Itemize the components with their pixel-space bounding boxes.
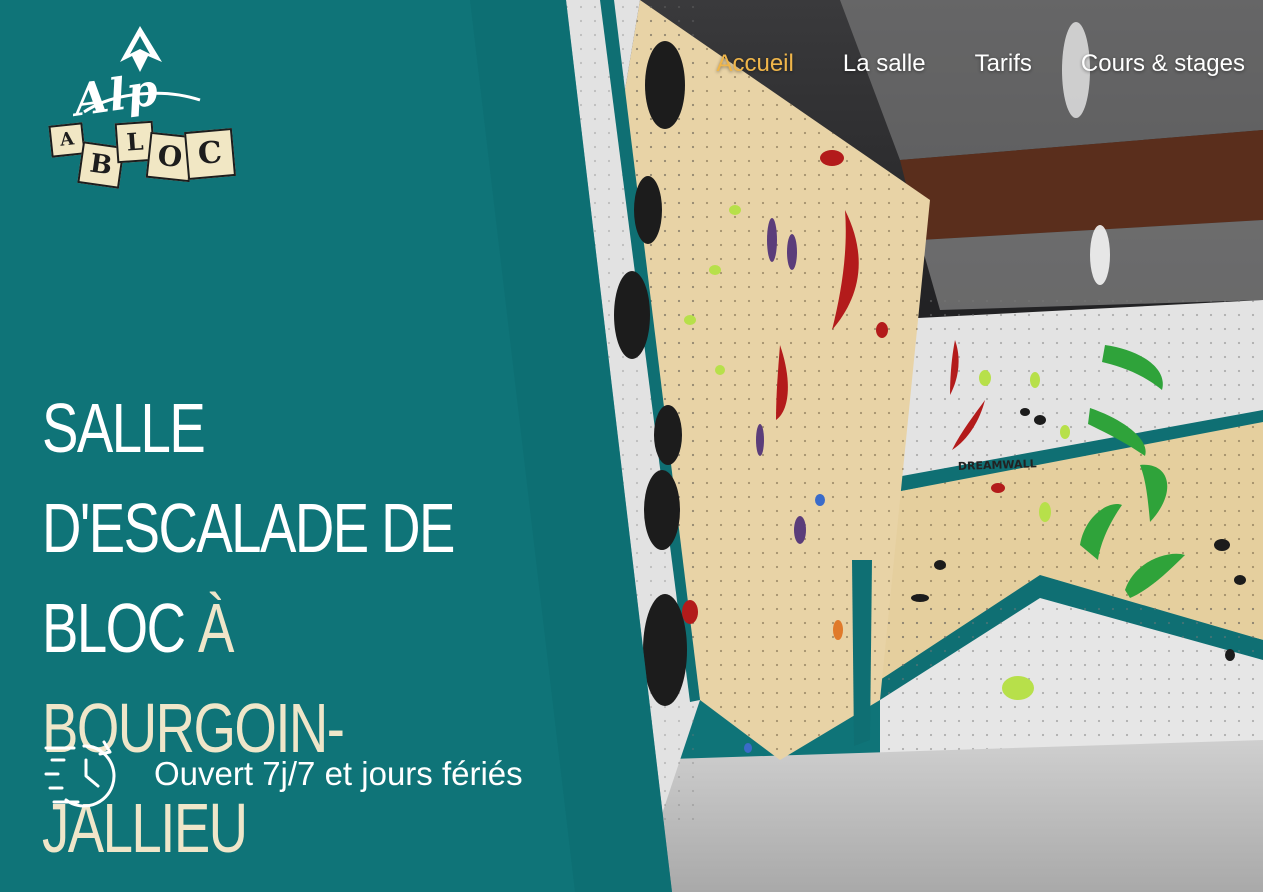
opening-hours: Ouvert 7j/7 et jours fériés [44, 738, 523, 810]
nav-item-cours-stages[interactable]: Cours & stages [1081, 48, 1245, 80]
hero-section: DREAMWALL Alp A B L O C Accueil La salle… [0, 0, 1263, 892]
opening-hours-text: Ouvert 7j/7 et jours fériés [154, 755, 523, 792]
dreamwall-sign: DREAMWALL [958, 457, 1037, 473]
logo-block-c: C [183, 127, 237, 181]
alp-a-bloc-logo[interactable]: Alp A B L O C [44, 22, 240, 198]
nav-item-accueil[interactable]: Accueil [716, 48, 793, 80]
logo-block-a: A [48, 122, 86, 158]
page-title-part1: SALLE D'ESCALADE DE BLOC [42, 389, 455, 667]
nav-item-tarifs[interactable]: Tarifs [975, 48, 1032, 80]
main-nav: Accueil La salle Tarifs Cours & stages [716, 48, 1245, 80]
nav-item-la-salle[interactable]: La salle [843, 48, 926, 80]
clock-fast-icon [44, 740, 116, 808]
